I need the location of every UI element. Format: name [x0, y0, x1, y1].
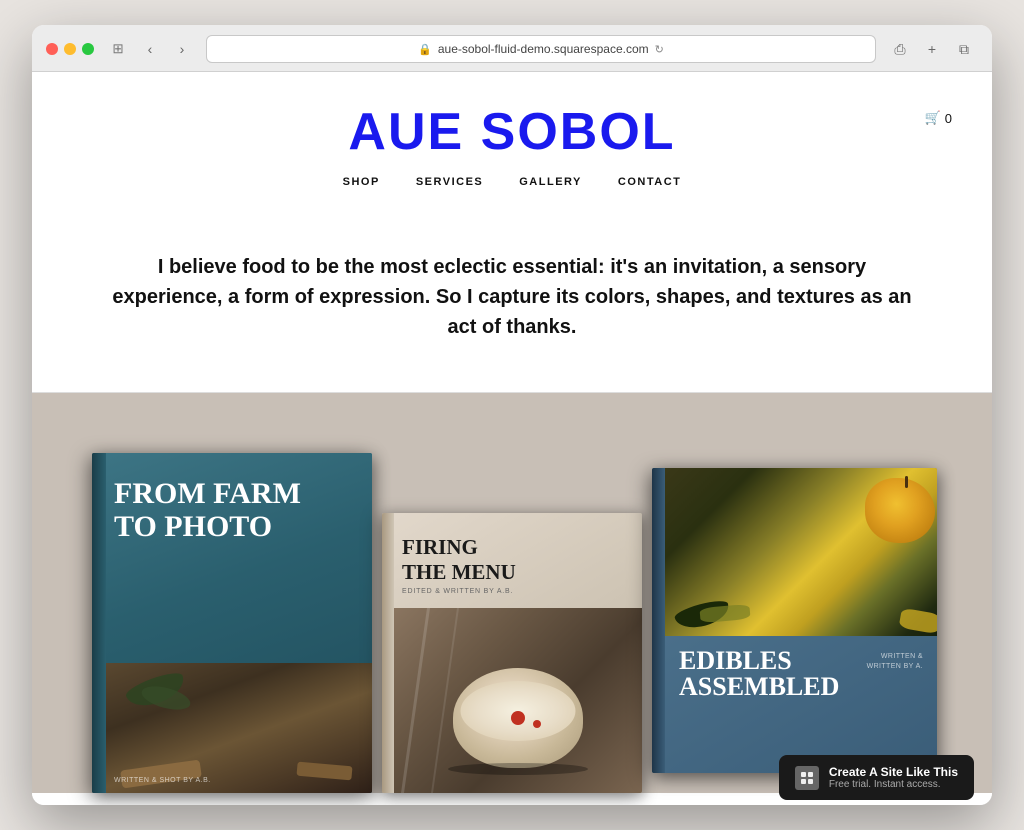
browser-nav-controls: ⊞ ‹ ›	[104, 38, 196, 60]
cta-text-area: Create A Site Like This Free trial. Inst…	[829, 765, 958, 790]
cta-sub-text: Free trial. Instant access.	[829, 779, 958, 790]
nav-services[interactable]: SERVICES	[416, 176, 483, 188]
share-button[interactable]: ⎙	[886, 38, 914, 60]
book-right-subtitle-2: WRITTEN BY A.	[867, 662, 923, 673]
hero-quote-text: I believe food to be the most eclectic e…	[112, 252, 912, 342]
products-row: FROM FARM TO PHOTO	[72, 453, 952, 793]
close-button[interactable]	[46, 43, 58, 55]
website-content: 🛒 0 AUE SOBOL SHOP SERVICES GALLERY CONT…	[32, 72, 992, 805]
squarespace-cta[interactable]: Create A Site Like This Free trial. Inst…	[779, 755, 974, 800]
site-title: AUE SOBOL	[32, 102, 992, 162]
cart-count: 0	[945, 111, 952, 126]
traffic-lights	[46, 43, 94, 55]
book-author-left: WRITTEN & SHOT BY A.B.	[114, 777, 211, 784]
book-right-subtitle-1: WRITTEN &	[867, 652, 923, 663]
window-grid-button[interactable]: ⊞	[104, 38, 132, 60]
back-button[interactable]: ‹	[136, 38, 164, 60]
book-center-title-2: THE MENU	[402, 560, 632, 585]
book-firing-the-menu[interactable]: FIRING THE MENU EDITED & WRITTEN BY A.B.	[382, 513, 642, 793]
maximize-button[interactable]	[82, 43, 94, 55]
site-header: 🛒 0 AUE SOBOL SHOP SERVICES GALLERY CONT…	[32, 72, 992, 202]
book-right-title-2: ASSEMBLED	[679, 674, 839, 700]
book-title-line2: TO PHOTO	[114, 510, 362, 543]
site-nav: SHOP SERVICES GALLERY CONTACT	[32, 176, 992, 202]
cart-icon: 🛒	[925, 110, 941, 126]
nav-gallery[interactable]: GALLERY	[519, 176, 582, 188]
book-cover-center: FIRING THE MENU EDITED & WRITTEN BY A.B.	[382, 513, 642, 793]
book-right-title-1: EDIBLES	[679, 648, 839, 674]
address-bar[interactable]: 🔒 aue-sobol-fluid-demo.squarespace.com ↻	[206, 35, 876, 63]
book-center-title-1: FIRING	[402, 535, 632, 560]
products-section: FROM FARM TO PHOTO	[32, 393, 992, 793]
book-cover-right: EDIBLES ASSEMBLED WRITTEN & WRITTEN BY A…	[652, 468, 937, 773]
cart-icon-area[interactable]: 🛒 0	[925, 110, 952, 126]
book-center-subtitle: EDITED & WRITTEN BY A.B.	[402, 588, 632, 595]
book-cover-left: FROM FARM TO PHOTO	[92, 453, 372, 793]
cta-main-text: Create A Site Like This	[829, 765, 958, 779]
tabs-button[interactable]: ⧉	[950, 38, 978, 60]
nav-contact[interactable]: CONTACT	[618, 176, 681, 188]
squarespace-logo	[795, 766, 819, 790]
nav-shop[interactable]: SHOP	[343, 176, 380, 188]
forward-button[interactable]: ›	[168, 38, 196, 60]
book-title-line1: FROM FARM	[114, 477, 362, 510]
hero-quote: I believe food to be the most eclectic e…	[32, 202, 992, 393]
book-from-farm-to-photo[interactable]: FROM FARM TO PHOTO	[92, 453, 372, 793]
book-edibles-assembled[interactable]: EDIBLES ASSEMBLED WRITTEN & WRITTEN BY A…	[652, 468, 937, 773]
new-tab-button[interactable]: +	[918, 38, 946, 60]
browser-window: ⊞ ‹ › 🔒 aue-sobol-fluid-demo.squarespace…	[32, 25, 992, 805]
minimize-button[interactable]	[64, 43, 76, 55]
browser-action-buttons: ⎙ + ⧉	[886, 38, 978, 60]
browser-chrome: ⊞ ‹ › 🔒 aue-sobol-fluid-demo.squarespace…	[32, 25, 992, 72]
url-text: aue-sobol-fluid-demo.squarespace.com	[438, 42, 649, 56]
lock-icon: 🔒	[418, 43, 432, 56]
refresh-icon[interactable]: ↻	[655, 43, 664, 56]
